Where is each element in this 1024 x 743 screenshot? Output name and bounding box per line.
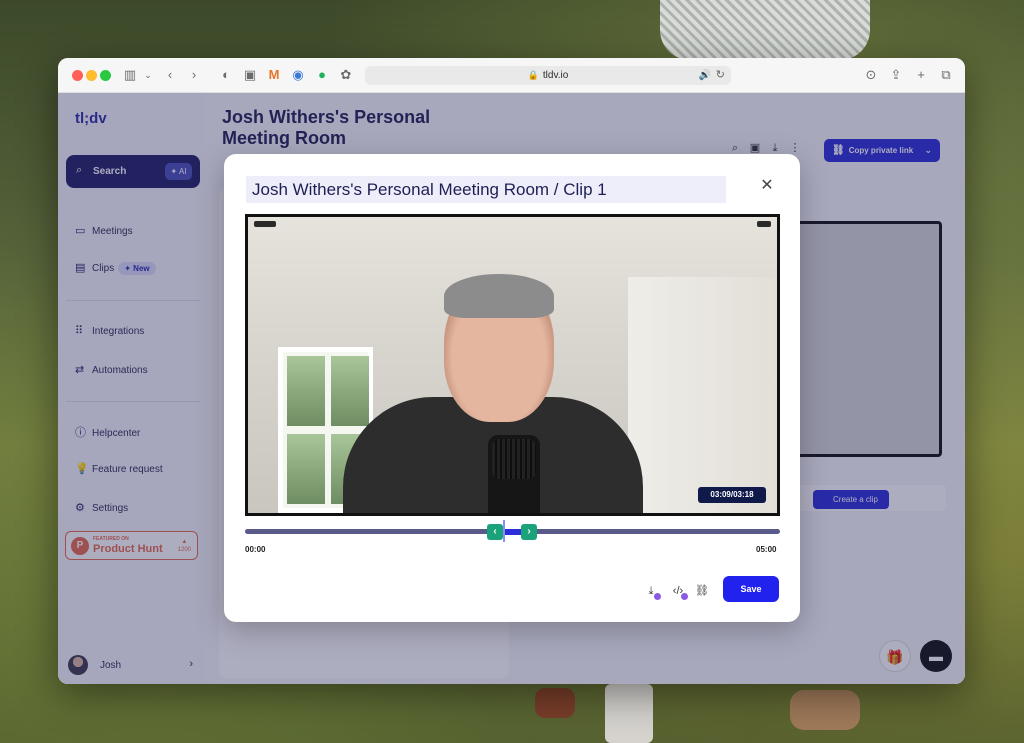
video-frame: 03:09/03:18	[248, 217, 777, 513]
close-icon[interactable]: ✕	[757, 176, 777, 196]
video-speaker-hair	[444, 274, 554, 318]
timeline-end-time: 05:00	[756, 545, 777, 554]
timeline-playhead[interactable]	[503, 520, 505, 542]
tabs-overview-icon[interactable]: ⧉	[938, 67, 954, 83]
back-icon[interactable]: ‹	[162, 67, 178, 83]
shield-icon[interactable]: ◐	[218, 67, 234, 83]
zoom-window-button[interactable]	[100, 70, 111, 81]
sound-icon[interactable]: 🔊	[699, 66, 711, 85]
background-shoe	[790, 690, 860, 730]
copy-clip-link-button[interactable]: ⛓	[693, 582, 711, 600]
share-icon[interactable]: ⇪	[888, 67, 904, 83]
reload-icon[interactable]: ↻	[716, 66, 725, 85]
address-bar[interactable]: 🔒 tldv.io 🔊 ↻	[365, 66, 731, 85]
clip-start-handle[interactable]: ‹	[487, 524, 503, 540]
save-button[interactable]: Save	[723, 576, 779, 602]
background-shoe	[535, 688, 575, 718]
clip-end-handle[interactable]: ›	[521, 524, 537, 540]
close-window-button[interactable]	[72, 70, 83, 81]
embed-clip-button[interactable]: ‹/›	[669, 582, 688, 600]
extension-icon[interactable]: ✿	[338, 67, 354, 83]
url-text: tldv.io	[542, 70, 569, 81]
lock-icon: 🔒	[527, 70, 539, 80]
gmail-extension-icon[interactable]: M	[266, 67, 282, 83]
forward-icon[interactable]: ›	[186, 67, 202, 83]
download-icon: ⤓	[648, 585, 654, 597]
grammarly-icon[interactable]: ●	[314, 67, 330, 83]
browser-toolbar: ▥ ⌄ ‹ › ◐ ▣ M ◉ ● ✿ 🔒 tldv.io 🔊 ↻ ⊙ ⇪ + ⧉	[58, 58, 965, 93]
clip-selection-fill	[503, 529, 521, 535]
clip-video-player[interactable]: 03:09/03:18	[245, 214, 780, 516]
new-tab-icon[interactable]: +	[913, 67, 929, 83]
video-background-wall	[628, 277, 777, 513]
extension-icon[interactable]: ▣	[242, 67, 258, 83]
timeline-start-time: 00:00	[245, 545, 266, 554]
minimize-window-button[interactable]	[86, 70, 97, 81]
download-icon[interactable]: ⊙	[863, 67, 879, 83]
video-corner-badge	[757, 221, 771, 227]
link-icon: ⛓	[695, 585, 709, 597]
background-figure	[660, 0, 870, 60]
clip-editor-dialog: Josh Withers's Personal Meeting Room / C…	[224, 154, 800, 622]
extension-icon[interactable]: ◉	[290, 67, 306, 83]
chevron-down-icon[interactable]: ⌄	[140, 67, 156, 83]
background-figure-leg	[605, 684, 653, 743]
clip-title-input[interactable]: Josh Withers's Personal Meeting Room / C…	[246, 176, 726, 203]
clip-selection-range[interactable]: ‹ ›	[487, 524, 537, 540]
video-recording-badge	[254, 221, 276, 227]
microphone-grill	[492, 439, 536, 479]
sidebar-toggle-icon[interactable]: ▥	[122, 67, 138, 83]
download-clip-button[interactable]: ⤓	[642, 582, 661, 600]
video-timestamp: 03:09/03:18	[698, 487, 766, 503]
